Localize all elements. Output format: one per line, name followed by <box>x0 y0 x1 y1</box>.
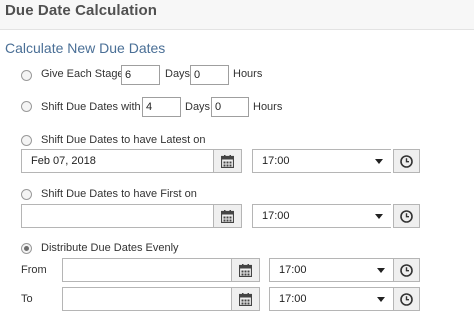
first-on-radio[interactable] <box>21 189 32 200</box>
first-on-clock-button[interactable] <box>393 204 420 228</box>
title-bar: Due Date Calculation <box>0 0 474 30</box>
clock-icon <box>400 154 413 168</box>
chevron-down-icon <box>377 297 385 302</box>
give-each-stage-radio[interactable] <box>21 70 32 81</box>
give-each-stage-label: Give Each Stage <box>41 68 124 80</box>
chevron-down-icon <box>375 214 383 219</box>
latest-on-date-input[interactable]: Feb 07, 2018 <box>21 149 214 173</box>
shift-with-days-input[interactable]: 4 <box>142 97 181 117</box>
to-label: To <box>21 293 33 305</box>
first-on-calendar-button[interactable] <box>213 204 242 228</box>
from-clock-button[interactable] <box>393 258 420 282</box>
clock-icon <box>400 292 413 306</box>
from-date-input[interactable] <box>62 258 232 282</box>
from-label: From <box>21 264 47 276</box>
calendar-icon <box>239 292 252 306</box>
first-on-label: Shift Due Dates to have First on <box>41 188 197 200</box>
from-calendar-button[interactable] <box>231 258 260 282</box>
shift-with-label: Shift Due Dates with <box>41 101 141 113</box>
give-each-stage-days-input[interactable]: 6 <box>121 65 160 85</box>
latest-on-time-select[interactable]: 17:00 <box>252 149 391 173</box>
distribute-evenly-radio[interactable] <box>21 243 32 254</box>
page-title: Due Date Calculation <box>5 2 158 19</box>
calendar-icon <box>221 209 234 223</box>
calendar-icon <box>239 263 252 277</box>
from-time-select[interactable]: 17:00 <box>269 258 393 282</box>
shift-with-hours-input[interactable]: 0 <box>211 97 249 117</box>
latest-on-calendar-button[interactable] <box>213 149 242 173</box>
distribute-evenly-label: Distribute Due Dates Evenly <box>41 242 179 254</box>
give-each-stage-days-label: Days <box>165 68 191 80</box>
give-each-stage-hours-input[interactable]: 0 <box>190 65 229 85</box>
chevron-down-icon <box>377 268 385 273</box>
shift-with-hours-label: Hours <box>253 101 283 113</box>
give-each-stage-hours-label: Hours <box>233 68 263 80</box>
first-on-date-input[interactable] <box>21 204 214 228</box>
chevron-down-icon <box>375 159 383 164</box>
shift-with-radio[interactable] <box>21 101 32 112</box>
latest-on-label: Shift Due Dates to have Latest on <box>41 134 206 146</box>
calendar-icon <box>221 154 234 168</box>
to-clock-button[interactable] <box>393 287 420 311</box>
to-date-input[interactable] <box>62 287 232 311</box>
latest-on-clock-button[interactable] <box>393 149 420 173</box>
to-calendar-button[interactable] <box>231 287 260 311</box>
clock-icon <box>400 209 413 223</box>
shift-with-days-label: Days <box>185 101 211 113</box>
to-time-select[interactable]: 17:00 <box>269 287 393 311</box>
latest-on-radio[interactable] <box>21 135 32 146</box>
section-title: Calculate New Due Dates <box>5 40 166 56</box>
first-on-time-select[interactable]: 17:00 <box>252 204 391 228</box>
clock-icon <box>400 263 413 277</box>
